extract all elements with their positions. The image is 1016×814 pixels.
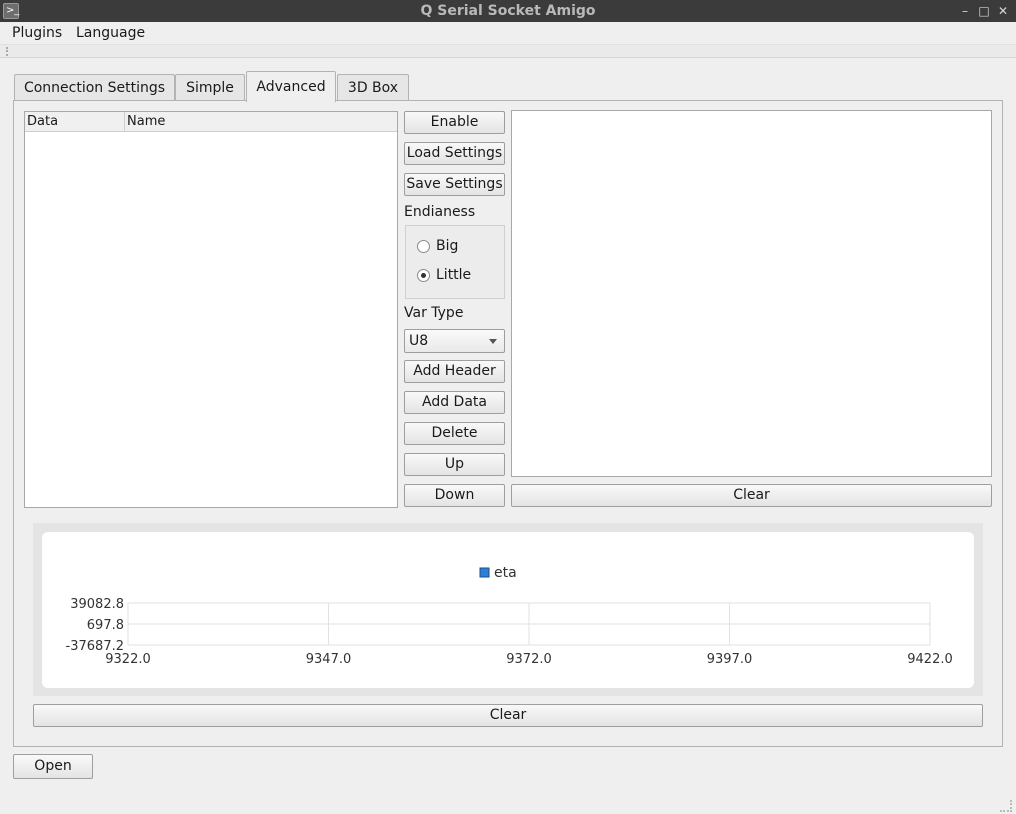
- radio-little[interactable]: [417, 269, 430, 282]
- add-header-button[interactable]: Add Header: [404, 360, 505, 383]
- radio-selected-dot: [421, 273, 426, 278]
- menu-plugins[interactable]: Plugins: [6, 22, 68, 44]
- radio-big-label[interactable]: Big: [436, 238, 458, 254]
- endianess-label: Endianess: [404, 204, 476, 220]
- x-tick-label: 9322.0: [105, 652, 151, 667]
- chevron-down-icon: [489, 339, 497, 344]
- clear-chart-button[interactable]: Clear: [33, 704, 983, 727]
- endianess-group: Big Little: [405, 225, 505, 299]
- x-tick-label: 9372.0: [506, 652, 552, 667]
- enable-button[interactable]: Enable: [404, 111, 505, 134]
- menu-language[interactable]: Language: [70, 22, 151, 44]
- up-button[interactable]: Up: [404, 453, 505, 476]
- y-tick-label: 39082.8: [70, 597, 124, 612]
- y-tick-label: 697.8: [87, 618, 124, 633]
- radio-little-label[interactable]: Little: [436, 267, 471, 283]
- chart-area: eta 39082.8 697.8 -37687.2 9322.0 9347.0 9372.…: [42, 532, 974, 688]
- title-bar: >_ Q Serial Socket Amigo – □ ✕: [0, 0, 1016, 22]
- minimize-button[interactable]: –: [956, 0, 974, 22]
- tab-3d-box[interactable]: 3D Box: [337, 74, 409, 101]
- data-list[interactable]: Data Name: [24, 111, 398, 508]
- app-icon: >_: [3, 3, 19, 19]
- close-button[interactable]: ✕: [994, 0, 1012, 22]
- column-header-name[interactable]: Name: [125, 112, 397, 132]
- down-button[interactable]: Down: [404, 484, 505, 507]
- save-settings-button[interactable]: Save Settings: [404, 173, 505, 196]
- var-type-label: Var Type: [404, 305, 464, 321]
- legend-label: eta: [494, 565, 517, 581]
- toolbar: [0, 44, 1016, 58]
- legend-swatch: [479, 567, 490, 578]
- tab-advanced[interactable]: Advanced: [246, 71, 336, 102]
- chart-svg: eta39082.8697.8-37687.29322.0 9347.0 9372.…: [66, 565, 953, 667]
- resize-grip[interactable]: [1000, 800, 1012, 812]
- maximize-button[interactable]: □: [975, 0, 993, 22]
- open-button[interactable]: Open: [13, 754, 93, 779]
- x-tick-label: 9397.0: [707, 652, 753, 667]
- clear-output-button[interactable]: Clear: [511, 484, 992, 507]
- list-header: Data Name: [25, 112, 397, 132]
- output-text-area[interactable]: [511, 110, 992, 477]
- delete-button[interactable]: Delete: [404, 422, 505, 445]
- var-type-value: U8: [409, 333, 429, 349]
- radio-big[interactable]: [417, 240, 430, 253]
- x-tick-label: 9347.0: [306, 652, 352, 667]
- x-tick-label: 9422.0: [907, 652, 953, 667]
- toolbar-grip[interactable]: [6, 47, 10, 56]
- tab-simple[interactable]: Simple: [175, 74, 245, 101]
- add-data-button[interactable]: Add Data: [404, 391, 505, 414]
- load-settings-button[interactable]: Load Settings: [404, 142, 505, 165]
- menu-bar: Plugins Language: [0, 22, 1016, 44]
- tab-connection-settings[interactable]: Connection Settings: [14, 74, 175, 101]
- var-type-select[interactable]: U8: [404, 329, 505, 353]
- column-header-data[interactable]: Data: [25, 112, 125, 132]
- window-title: Q Serial Socket Amigo: [420, 3, 596, 19]
